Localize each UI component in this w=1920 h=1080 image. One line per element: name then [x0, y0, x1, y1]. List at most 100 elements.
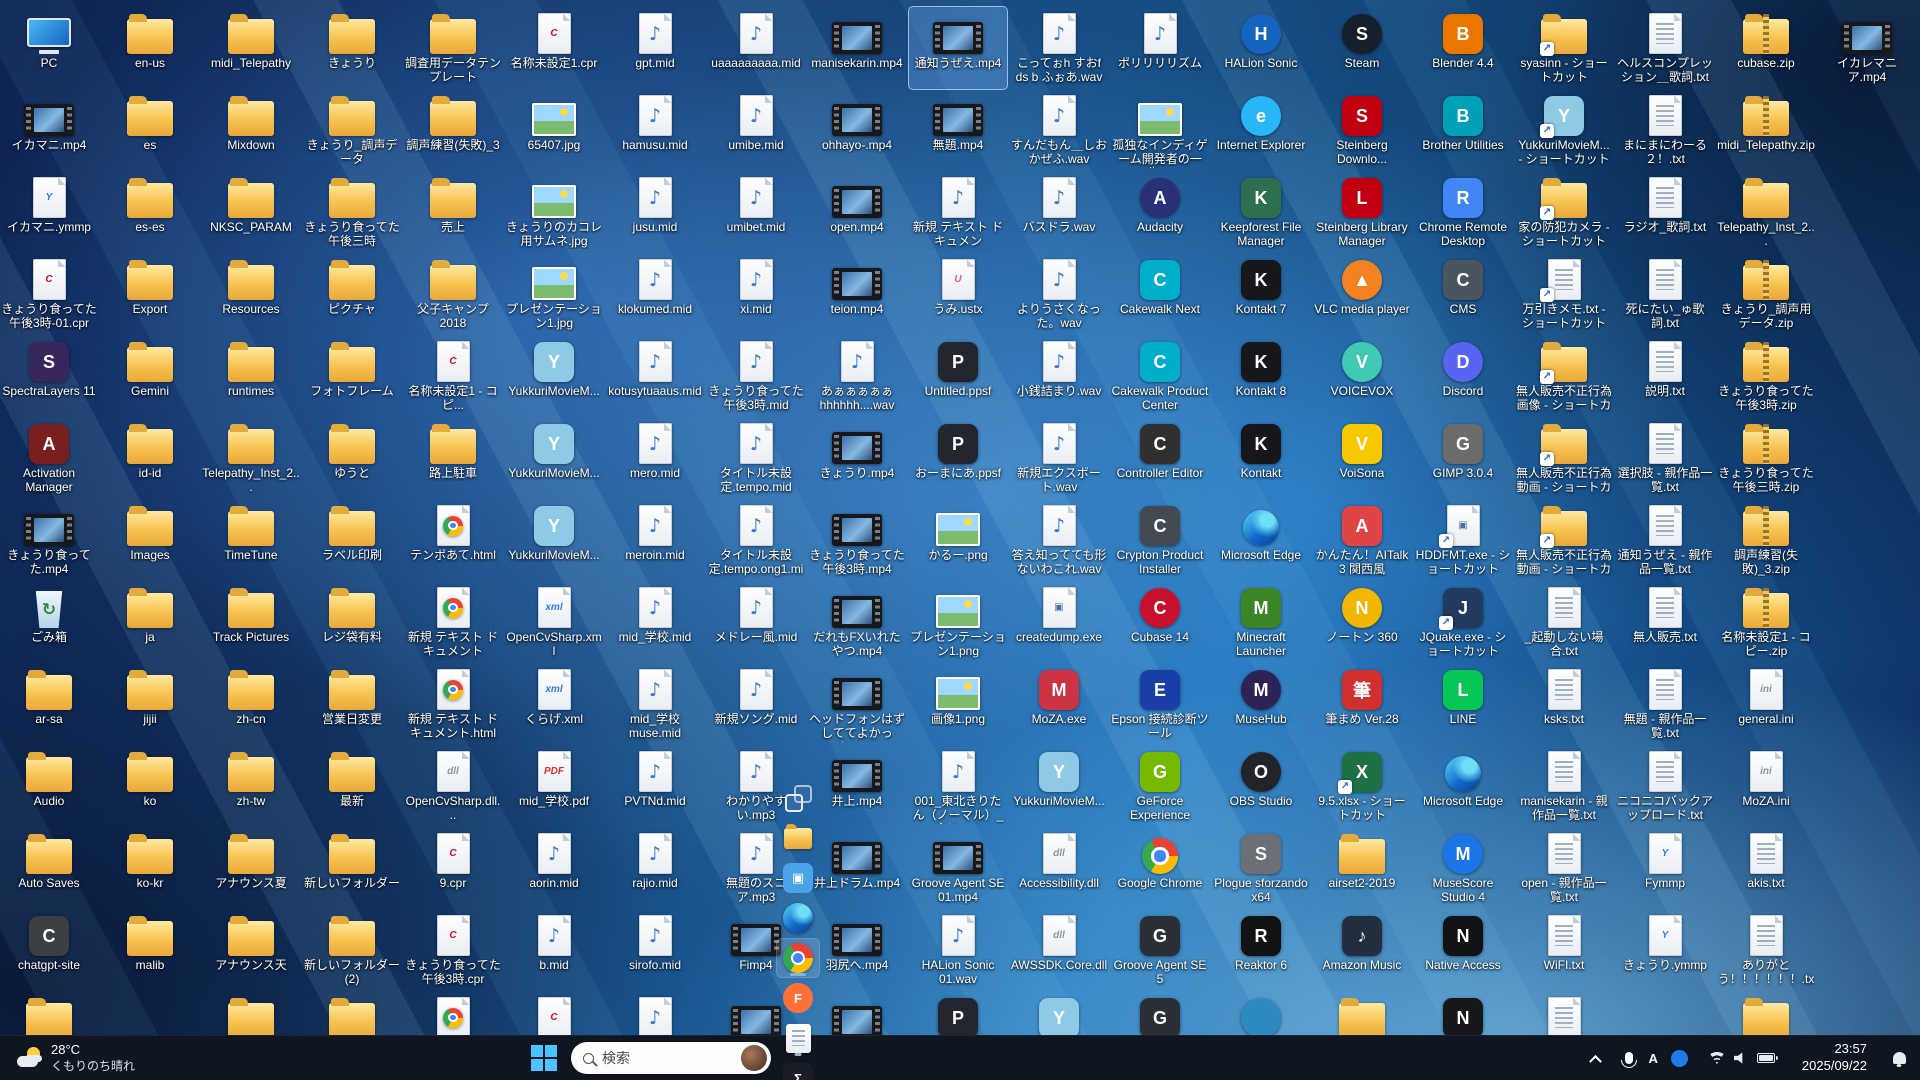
- desktop-icon[interactable]: ♪ Amazon Music: [1313, 909, 1411, 991]
- desktop-icon[interactable]: [808, 991, 906, 1035]
- desktop-icon[interactable]: X ↗ 9.5.xlsx - ショートカット: [1313, 745, 1411, 827]
- desktop-icon[interactable]: [1515, 991, 1613, 1035]
- desktop-icon[interactable]: P: [909, 991, 1007, 1035]
- desktop-icon[interactable]: ♪ b.mid: [505, 909, 603, 991]
- desktop-icon[interactable]: ♪ mero.mid: [606, 417, 704, 499]
- taskbar-app-google-chrome[interactable]: [776, 938, 820, 978]
- desktop-icon[interactable]: E Epson 接続診断ツール: [1111, 663, 1209, 745]
- desktop-icon[interactable]: G Groove Agent SE 5: [1111, 909, 1209, 991]
- desktop-icon[interactable]: 井上ドラム.mp4: [808, 827, 906, 909]
- desktop-icon[interactable]: K Keepforest File Manager: [1212, 171, 1310, 253]
- desktop-icon[interactable]: ksks.txt: [1515, 663, 1613, 745]
- desktop-icon[interactable]: ♪ 001_東北きりたん（ノーマル）_今じゃ...: [909, 745, 1007, 827]
- taskbar-app-microsoft-store[interactable]: ▣: [776, 858, 820, 898]
- desktop-icon[interactable]: manisekarin.mp4: [808, 7, 906, 89]
- desktop-icon[interactable]: ♪ 答え知ってても形ないわこれ.wav: [1010, 499, 1108, 581]
- desktop-icon[interactable]: Audio: [0, 745, 98, 827]
- desktop-icon[interactable]: ♪ タイトル未設定.tempo.ong1.mid: [707, 499, 805, 581]
- desktop-icon[interactable]: B Blender 4.4: [1414, 7, 1512, 89]
- desktop-icon[interactable]: R Reaktor 6: [1212, 909, 1310, 991]
- bluetooth-device-icon[interactable]: [1670, 1049, 1688, 1067]
- desktop-icon[interactable]: ♪ jusu.mid: [606, 171, 704, 253]
- desktop-icon[interactable]: ゆうと: [303, 417, 401, 499]
- weather-widget[interactable]: 28°C くもりのち晴れ: [4, 1036, 147, 1080]
- search-box[interactable]: 検索: [571, 1042, 771, 1074]
- desktop-icon[interactable]: 新しいフォルダー: [303, 827, 401, 909]
- desktop-icon[interactable]: ♪ umibet.mid: [707, 171, 805, 253]
- desktop-icon[interactable]: 無題.mp4: [909, 89, 1007, 171]
- desktop-icon[interactable]: Y YukkuriMovieM...: [505, 335, 603, 417]
- desktop-icon[interactable]: Track Pictures: [202, 581, 300, 663]
- desktop-icon[interactable]: ja: [101, 581, 199, 663]
- desktop-icon[interactable]: ↗ 家の防犯カメラ - ショートカット: [1515, 171, 1613, 253]
- desktop-icon[interactable]: S SpectraLayers 11: [0, 335, 98, 417]
- desktop-icon[interactable]: L LINE: [1414, 663, 1512, 745]
- desktop-icon[interactable]: 無人販売.txt: [1616, 581, 1714, 663]
- desktop-icon[interactable]: 売上: [404, 171, 502, 253]
- desktop-icon[interactable]: L Steinberg Library Manager: [1313, 171, 1411, 253]
- desktop-icon[interactable]: xml くらげ.xml: [505, 663, 603, 745]
- desktop-icon[interactable]: Y: [1010, 991, 1108, 1035]
- desktop-icon[interactable]: 路上駐車: [404, 417, 502, 499]
- desktop-icon[interactable]: dll OpenCvSharp.dll...: [404, 745, 502, 827]
- desktop-icon[interactable]: ♪ 小銭詰まり.wav: [1010, 335, 1108, 417]
- desktop-icon[interactable]: Resources: [202, 253, 300, 335]
- taskbar-app-notepad[interactable]: [776, 1018, 820, 1058]
- desktop-icon[interactable]: M MuseScore Studio 4: [1414, 827, 1512, 909]
- desktop-icon[interactable]: 画像1.png: [909, 663, 1007, 745]
- desktop-icon[interactable]: ♪ タイトル未設定.tempo.mid: [707, 417, 805, 499]
- desktop-icon[interactable]: Telepathy_Inst_2...: [1717, 171, 1815, 253]
- desktop-icon[interactable]: ♪ HALion Sonic 01.wav: [909, 909, 1007, 991]
- desktop-icon[interactable]: [404, 991, 502, 1035]
- desktop-icon[interactable]: N ノートン 360: [1313, 581, 1411, 663]
- desktop-icon[interactable]: [202, 991, 300, 1035]
- desktop-icon[interactable]: 羽尻へ.mp4: [808, 909, 906, 991]
- desktop-icon[interactable]: K Kontakt 8: [1212, 335, 1310, 417]
- desktop-icon[interactable]: ko: [101, 745, 199, 827]
- desktop-icon[interactable]: K Kontakt: [1212, 417, 1310, 499]
- desktop-icon[interactable]: P おーまにあ.ppsf: [909, 417, 1007, 499]
- desktop-icon[interactable]: M Minecraft Launcher: [1212, 581, 1310, 663]
- quick-settings-button[interactable]: [1701, 1046, 1783, 1070]
- desktop-icon[interactable]: xml OpenCvSharp.xml: [505, 581, 603, 663]
- desktop-icon[interactable]: Y きょうり.ymmp: [1616, 909, 1714, 991]
- desktop-icon[interactable]: ↗無人販売不正行為画像 - ショートカット: [1515, 335, 1613, 417]
- desktop-icon[interactable]: ピクチャ: [303, 253, 401, 335]
- desktop-icon[interactable]: ↗無人販売不正行為動画 - ショートカット (2): [1515, 499, 1613, 581]
- desktop-icon[interactable]: 新しいフォルダー (2): [303, 909, 401, 991]
- desktop-icon[interactable]: S Steam: [1313, 7, 1411, 89]
- desktop-icon[interactable]: 井上.mp4: [808, 745, 906, 827]
- desktop-icon[interactable]: midi_Telepathy: [202, 7, 300, 89]
- desktop-icon[interactable]: midi_Telepathy.zip: [1717, 89, 1815, 171]
- desktop-icon[interactable]: C Controller Editor: [1111, 417, 1209, 499]
- desktop-icon[interactable]: きょうり_調声用データ.zip: [1717, 253, 1815, 335]
- desktop-icon[interactable]: ko-kr: [101, 827, 199, 909]
- desktop-icon[interactable]: ♪ きょうり食ってた午後3時.mid: [707, 335, 805, 417]
- desktop-icon[interactable]: ar-sa: [0, 663, 98, 745]
- desktop-icon[interactable]: dll Accessibility.dll: [1010, 827, 1108, 909]
- desktop-icon[interactable]: C Crypton Product Installer: [1111, 499, 1209, 581]
- desktop-icon[interactable]: ♪ hamusu.mid: [606, 89, 704, 171]
- microphone-icon[interactable]: [1620, 1052, 1637, 1068]
- desktop-icon[interactable]: 最新: [303, 745, 401, 827]
- desktop-icon[interactable]: teion.mp4: [808, 253, 906, 335]
- desktop-icon[interactable]: zh-tw: [202, 745, 300, 827]
- desktop-icon[interactable]: 無題 - 親作品一覧.txt: [1616, 663, 1714, 745]
- desktop-icon[interactable]: ♪ klokumed.mid: [606, 253, 704, 335]
- desktop-icon[interactable]: U うみ.ustx: [909, 253, 1007, 335]
- desktop-icon[interactable]: zh-cn: [202, 663, 300, 745]
- desktop-icon[interactable]: akis.txt: [1717, 827, 1815, 909]
- desktop-icon[interactable]: ♪ aorin.mid: [505, 827, 603, 909]
- desktop-icon[interactable]: C: [505, 991, 603, 1035]
- ime-indicator[interactable]: A: [1649, 1051, 1658, 1066]
- clock-button[interactable]: 23:57 2025/09/22: [1796, 1039, 1873, 1077]
- taskbar-app-file-explorer[interactable]: [776, 818, 820, 858]
- desktop-icon[interactable]: C きょうり食ってた午後3時.cpr: [404, 909, 502, 991]
- desktop-icon[interactable]: ♪ バスドラ.wav: [1010, 171, 1108, 253]
- desktop-icon[interactable]: Y イカマニ.ymmp: [0, 171, 98, 253]
- desktop-icon[interactable]: Y YukkuriMovieM...: [1010, 745, 1108, 827]
- desktop-icon[interactable]: Google Chrome: [1111, 827, 1209, 909]
- desktop-icon[interactable]: [1212, 991, 1310, 1035]
- desktop-icon[interactable]: 選択肢 - 親作品一覧.txt: [1616, 417, 1714, 499]
- desktop-icon[interactable]: G GeForce Experience: [1111, 745, 1209, 827]
